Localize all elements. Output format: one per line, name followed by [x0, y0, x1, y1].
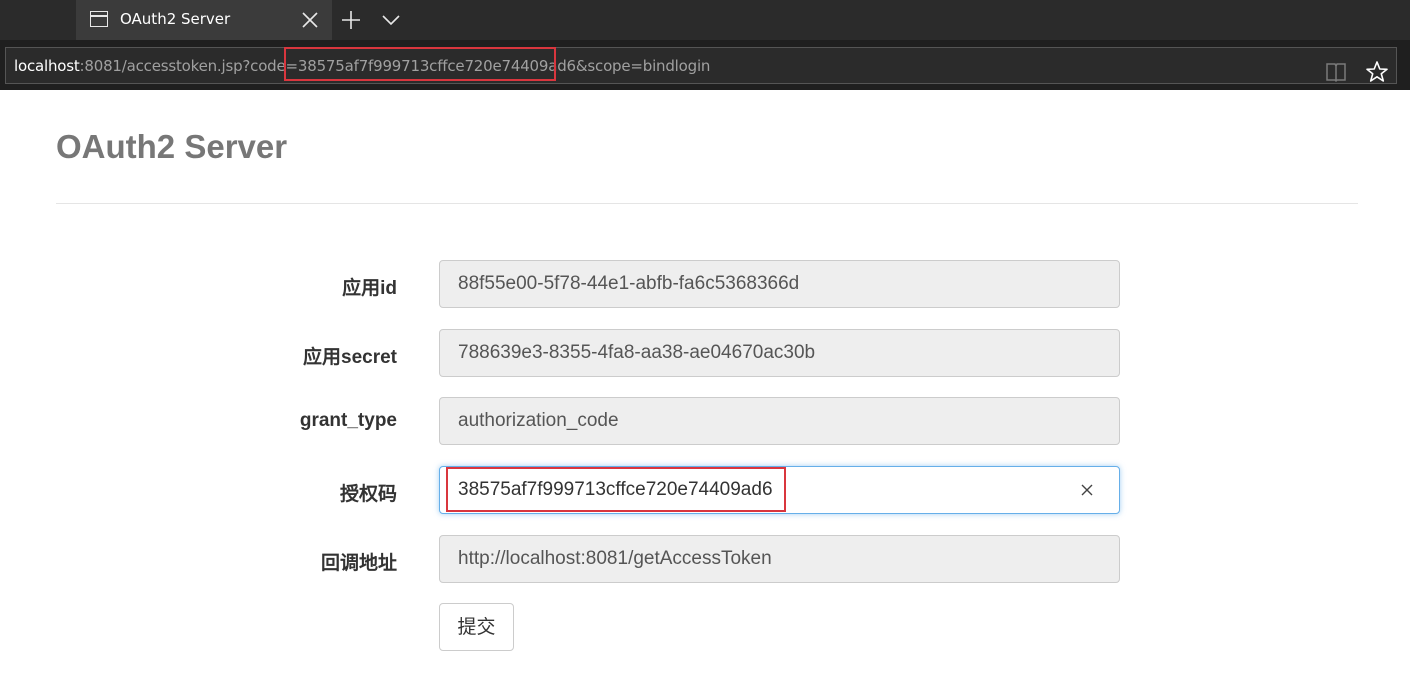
auth-code-label: 授权码: [339, 484, 397, 505]
url-query: &scope=bindlogin: [575, 57, 711, 75]
app-secret-label: 应用secret: [303, 347, 397, 368]
url-code: 38575af7f999713cffce720e74409ad6: [297, 57, 576, 75]
tab-title: OAuth2 Server: [120, 10, 231, 28]
browser-tab-bar: OAuth2 Server: [0, 0, 1410, 40]
auth-code-input[interactable]: 38575af7f999713cffce720e74409ad6: [439, 466, 1120, 514]
form-row-app-id: 应用id 88f55e00-5f78-44e1-abfb-fa6c5368366…: [0, 260, 1410, 308]
clear-icon[interactable]: [1076, 479, 1098, 501]
url-field[interactable]: localhost:8081/accesstoken.jsp?code=3857…: [5, 47, 1397, 84]
callback-url-label: 回调地址: [320, 553, 397, 574]
grant-type-field[interactable]: authorization_code: [439, 397, 1120, 445]
header-divider: [56, 203, 1358, 204]
callback-url-field[interactable]: http://localhost:8081/getAccessToken: [439, 535, 1120, 583]
form-row-callback: 回调地址 http://localhost:8081/getAccessToke…: [0, 535, 1410, 583]
url-text: localhost:8081/accesstoken.jsp?code=3857…: [14, 57, 710, 75]
url-host: localhost: [14, 57, 80, 75]
url-path: :8081/accesstoken.jsp?code=: [79, 57, 299, 75]
chevron-down-icon[interactable]: [378, 8, 404, 32]
star-icon[interactable]: [1364, 60, 1390, 84]
form-row-app-secret: 应用secret 788639e3-8355-4fa8-aa38-ae04670…: [0, 329, 1410, 377]
browser-tab[interactable]: OAuth2 Server: [76, 0, 332, 40]
plus-icon[interactable]: [338, 8, 364, 32]
reading-view-icon[interactable]: [1324, 61, 1348, 83]
grant-type-label: grant_type: [299, 410, 397, 431]
browser-address-bar: localhost:8081/accesstoken.jsp?code=3857…: [0, 40, 1410, 90]
app-id-field[interactable]: 88f55e00-5f78-44e1-abfb-fa6c5368366d: [439, 260, 1120, 308]
tab-page-icon: [90, 11, 108, 27]
form-row-grant-type: grant_type authorization_code: [0, 397, 1410, 445]
app-id-label: 应用id: [342, 278, 397, 299]
form-row-auth-code: 授权码 38575af7f999713cffce720e74409ad6: [0, 466, 1410, 514]
close-icon[interactable]: [298, 8, 322, 32]
page-title: OAuth2 Server: [56, 128, 288, 165]
submit-button[interactable]: 提交: [439, 603, 514, 651]
app-secret-field[interactable]: 788639e3-8355-4fa8-aa38-ae04670ac30b: [439, 329, 1120, 377]
